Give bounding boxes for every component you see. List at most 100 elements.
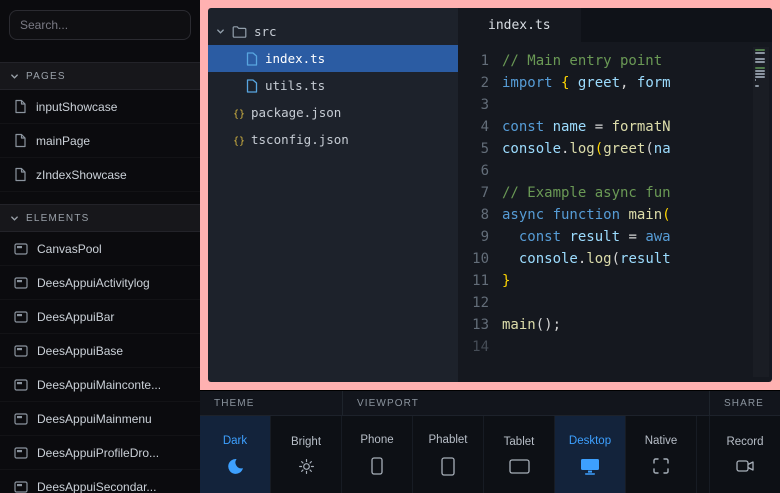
code-token: } [502, 273, 510, 289]
toolbar-group-theme: Dark Bright [200, 416, 342, 493]
component-icon [14, 277, 28, 289]
editor-pane: index.ts 1// Main entry point2import { g… [458, 8, 772, 382]
phablet-button[interactable]: Phablet [413, 416, 484, 493]
sidebar-item[interactable]: CanvasPool [0, 232, 200, 266]
code-line: 7// Example async fun [458, 182, 772, 204]
file-name: utils.ts [265, 78, 325, 93]
tree-file[interactable]: {}tsconfig.json [208, 126, 458, 153]
code-token: greet [603, 141, 645, 157]
minimap[interactable] [753, 47, 769, 377]
component-icon [14, 311, 28, 323]
section-label: ELEMENTS [26, 213, 90, 224]
sidebar-item-label: DeesAppuiActivitylog [37, 276, 150, 290]
bottom-toolbar: THEMEVIEWPORTSHARE DarkBrightPhonePhable… [200, 390, 780, 493]
sidebar-item[interactable]: DeesAppuiMainmenu [0, 402, 200, 436]
moon-icon [227, 458, 244, 475]
chevron-down-icon [10, 214, 19, 223]
button-label: Phablet [428, 434, 467, 446]
code-line: 2import { greet, form [458, 72, 772, 94]
line-number: 2 [458, 72, 502, 94]
sidebar-item[interactable]: DeesAppuiActivitylog [0, 266, 200, 300]
code-token: , [620, 75, 637, 91]
code-text: const name = formatN [502, 116, 671, 138]
code-token: = [586, 119, 611, 135]
sidebar-item[interactable]: zIndexShowcase [0, 158, 200, 192]
button-label: Phone [360, 434, 393, 446]
component-icon [14, 413, 28, 425]
code-token: formatN [612, 119, 671, 135]
desktop-icon [580, 458, 600, 475]
button-label: Bright [291, 436, 321, 448]
editor-tab[interactable]: index.ts [458, 8, 581, 42]
sidebar-item[interactable]: DeesAppuiSecondar... [0, 470, 200, 493]
folder-icon [232, 25, 247, 38]
code-token: result [620, 251, 671, 267]
code-text: async function main( [502, 204, 671, 226]
code-token: { [561, 75, 578, 91]
code-token: ( [662, 207, 670, 223]
record-button[interactable]: Record [709, 416, 780, 493]
chevron-down-icon [10, 72, 19, 81]
bright-button[interactable]: Bright [271, 416, 342, 493]
search-input[interactable] [9, 10, 191, 40]
code-area[interactable]: 1// Main entry point2import { greet, for… [458, 42, 772, 382]
code-token: ( [645, 141, 653, 157]
sidebar-item[interactable]: DeesAppuiBar [0, 300, 200, 334]
line-number: 11 [458, 270, 502, 292]
tree-file[interactable]: {} package.json [208, 99, 458, 126]
tree-folder[interactable]: src [208, 18, 458, 45]
phone-button[interactable]: Phone [342, 416, 413, 493]
sidebar-item[interactable]: DeesAppuiBase [0, 334, 200, 368]
code-token: import [502, 75, 561, 91]
native-button[interactable]: Native [626, 416, 697, 493]
sidebar-section-pages[interactable]: PAGES [0, 62, 200, 90]
minimap-line [755, 52, 765, 54]
code-token: = [620, 229, 645, 245]
code-token: const [519, 229, 570, 245]
minimap-line [755, 76, 765, 78]
button-label: Dark [223, 435, 247, 447]
minimap-line [755, 61, 765, 63]
document-icon [14, 167, 27, 182]
code-line: 3 [458, 94, 772, 116]
tablet-button[interactable]: Tablet [484, 416, 555, 493]
sidebar-item[interactable]: DeesAppuiProfileDro... [0, 436, 200, 470]
sidebar-section-elements[interactable]: ELEMENTS [0, 204, 200, 232]
code-text: main(); [502, 314, 561, 336]
file-name: package.json [251, 105, 341, 120]
code-line: 10 console.log(result [458, 248, 772, 270]
desktop-button[interactable]: Desktop [555, 416, 626, 493]
code-line: 13main(); [458, 314, 772, 336]
file-name: index.ts [265, 51, 325, 66]
svg-text:{}: {} [233, 109, 244, 120]
button-label: Desktop [569, 435, 611, 447]
line-number: 6 [458, 160, 502, 182]
code-line: 12 [458, 292, 772, 314]
tree-file[interactable]: utils.ts [208, 72, 458, 99]
minimap-line [755, 49, 765, 51]
sidebar-item[interactable]: mainPage [0, 124, 200, 158]
code-text: // Example async fun [502, 182, 671, 204]
sidebar-item[interactable]: inputShowcase [0, 90, 200, 124]
sidebar-item[interactable]: DeesAppuiMainconte... [0, 368, 200, 402]
toolbar-buttons-row: Dark Bright Phone Phablet Tablet Desktop Nativ… [200, 416, 780, 493]
line-number: 13 [458, 314, 502, 336]
record-icon [736, 459, 754, 473]
code-line: 6 [458, 160, 772, 182]
line-number: 4 [458, 116, 502, 138]
code-token: form [637, 75, 671, 91]
tree-file[interactable]: index.ts [208, 45, 458, 72]
component-icon [14, 379, 28, 391]
ts-file-icon [246, 52, 258, 66]
dark-button[interactable]: Dark [200, 416, 271, 493]
code-token [502, 251, 519, 267]
code-token: ( [595, 141, 603, 157]
code-token: na [654, 141, 671, 157]
section-label: PAGES [26, 71, 66, 82]
native-icon [653, 458, 669, 474]
code-token: (); [536, 317, 561, 333]
code-line: 4const name = formatN [458, 116, 772, 138]
code-token: console [519, 251, 578, 267]
button-label: Record [726, 436, 763, 448]
line-number: 5 [458, 138, 502, 160]
